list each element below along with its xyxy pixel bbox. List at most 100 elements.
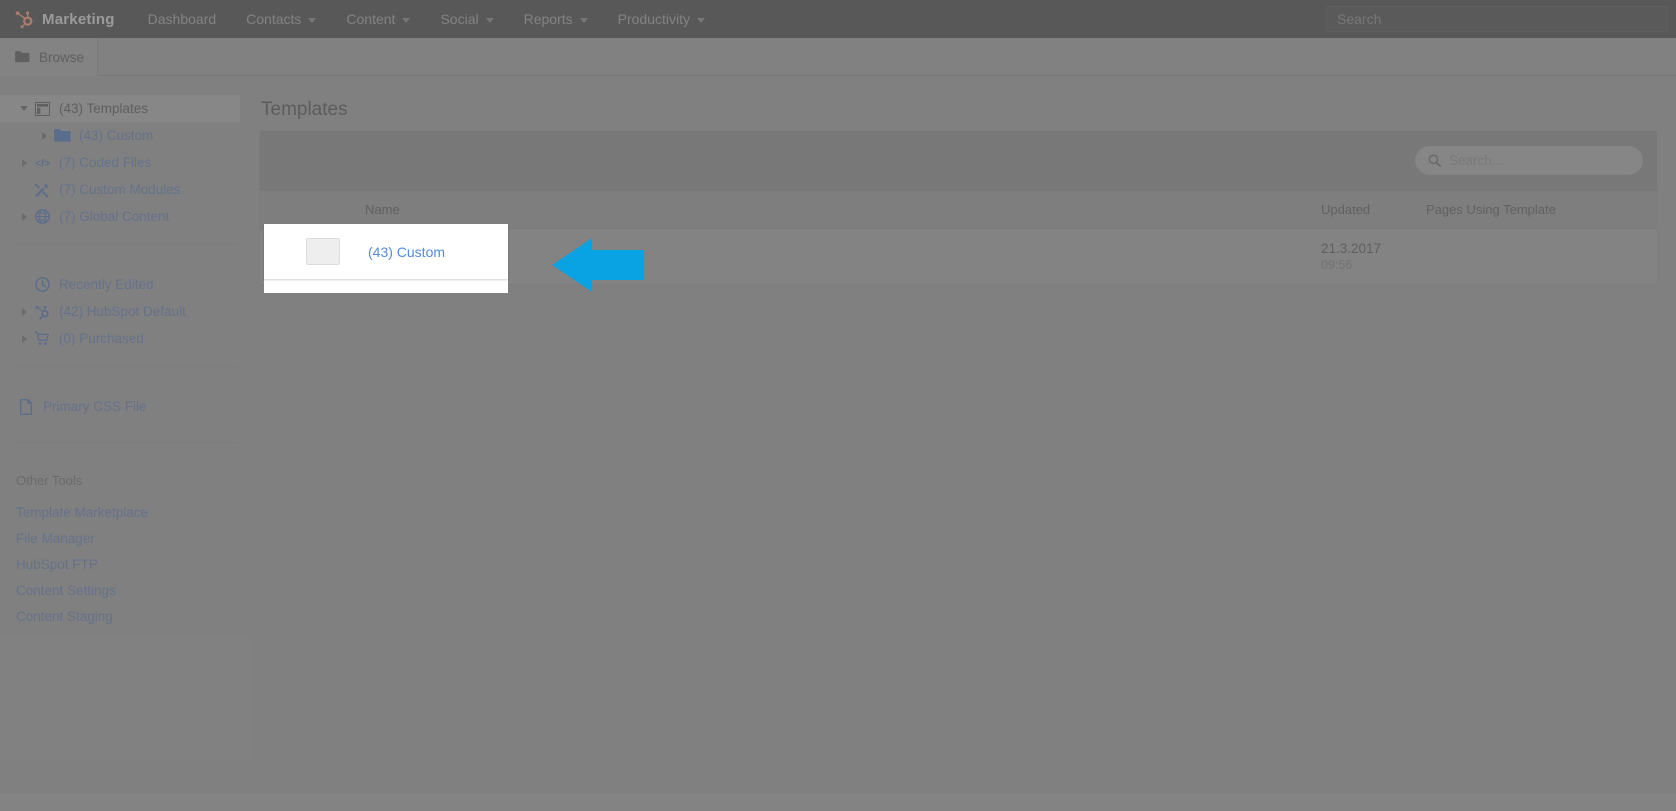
updated-time: 09:56	[1321, 258, 1353, 272]
chevron-right-icon	[21, 334, 27, 343]
link-content-staging[interactable]: Content Staging	[0, 604, 255, 630]
nav-item-reports[interactable]: Reports	[509, 0, 603, 38]
sidebar-item-recently-edited[interactable]: Recently Edited	[0, 271, 255, 298]
highlight-box-tail	[264, 279, 508, 293]
sidebar-item-coded-files[interactable]: </> (7) Coded Files	[0, 149, 255, 176]
folder-icon	[306, 238, 340, 265]
sidebar: (43) Templates (43) Custom </> (7) Coded…	[0, 77, 255, 811]
chevron-right-icon	[21, 158, 27, 167]
page-title: Templates	[261, 99, 348, 120]
other-tools-heading: Other Tools	[16, 473, 83, 488]
page-content: Marketing Dashboard Contacts Content Soc…	[0, 0, 1676, 811]
sidebar-item-label: (7) Coded Files	[59, 155, 152, 170]
template-icon	[32, 100, 52, 118]
app-root: Marketing Dashboard Contacts Content Soc…	[0, 0, 1676, 811]
highlight-name-link[interactable]: (43) Custom	[368, 244, 445, 260]
link-hubspot-ftp[interactable]: HubSpot FTP	[0, 552, 255, 578]
chevron-down-icon	[20, 106, 28, 111]
link-content-settings[interactable]: Content Settings	[0, 578, 255, 604]
column-header-pages-using-template[interactable]: Pages Using Template	[1420, 202, 1657, 217]
code-icon: </>	[32, 154, 52, 172]
twisty-toggle[interactable]	[16, 334, 32, 343]
sidebar-tree: (43) Templates (43) Custom </> (7) Coded…	[0, 77, 255, 230]
sidebar-item-templates[interactable]: (43) Templates	[0, 95, 240, 122]
nav-item-label: Reports	[523, 11, 573, 27]
chevron-down-icon	[696, 17, 705, 23]
nav-item-contacts[interactable]: Contacts	[231, 0, 331, 38]
sprocket-icon	[32, 303, 52, 321]
table-search-placeholder: Search...	[1449, 153, 1504, 168]
sidebar-item-label: (7) Global Content	[59, 209, 170, 224]
brand-logo[interactable]: Marketing	[0, 0, 133, 38]
highlight-box-custom-folder[interactable]: (43) Custom	[264, 224, 508, 279]
chevron-right-icon	[21, 212, 27, 221]
nav-item-label: Social	[440, 11, 479, 27]
twisty-toggle[interactable]	[16, 307, 32, 316]
bottom-strip	[0, 793, 1676, 811]
sidebar-item-label: Primary CSS File	[43, 399, 147, 414]
nav-item-productivity[interactable]: Productivity	[603, 0, 720, 38]
cell-updated: 21.3.2017 09:56	[1315, 229, 1420, 284]
twisty-toggle[interactable]	[36, 131, 52, 140]
sidebar-item-purchased[interactable]: (0) Purchased	[0, 325, 255, 352]
updated-date: 21.3.2017	[1321, 241, 1382, 256]
blue-arrow-annotation-icon	[552, 238, 644, 292]
sidebar-item-hubspot-default[interactable]: (42) HubSpot Default	[0, 298, 255, 325]
nav-item-label: Dashboard	[147, 11, 217, 27]
tab-browse[interactable]: Browse	[0, 38, 98, 76]
svg-text:</>: </>	[34, 157, 49, 168]
table-search-input[interactable]: Search...	[1415, 146, 1643, 175]
globe-icon	[32, 208, 52, 226]
nav-item-label: Productivity	[617, 11, 690, 27]
brand-label: Marketing	[42, 10, 115, 28]
sidebar-item-label: (42) HubSpot Default	[59, 304, 186, 319]
sidebar-item-label: (43) Custom	[79, 128, 154, 143]
chevron-down-icon	[402, 17, 411, 23]
folder-icon	[52, 127, 72, 145]
twisty-toggle[interactable]	[16, 106, 32, 111]
sidebar-item-global-content[interactable]: (7) Global Content	[0, 203, 255, 230]
sidebar-divider	[16, 244, 239, 245]
nav-item-dashboard[interactable]: Dashboard	[133, 0, 232, 38]
tools-icon	[32, 181, 52, 199]
twisty-toggle[interactable]	[16, 212, 32, 221]
link-file-manager[interactable]: File Manager	[0, 526, 255, 552]
nav-item-social[interactable]: Social	[425, 0, 508, 38]
clock-icon	[32, 276, 52, 294]
chevron-right-icon	[41, 131, 47, 140]
nav-item-content[interactable]: Content	[331, 0, 425, 38]
chevron-down-icon	[485, 17, 494, 23]
cart-icon	[32, 330, 52, 348]
folder-icon	[15, 51, 30, 63]
nav-item-label: Content	[346, 11, 396, 27]
sidebar-item-label: (7) Custom Modules	[59, 182, 181, 197]
sidebar-item-label: (43) Templates	[59, 101, 149, 116]
cell-pages-using-template	[1420, 229, 1657, 284]
tab-bar: Browse	[0, 38, 1676, 76]
link-template-marketplace[interactable]: Template Marketplace	[0, 500, 255, 526]
column-header-updated[interactable]: Updated	[1315, 202, 1420, 217]
top-navigation-bar: Marketing Dashboard Contacts Content Soc…	[0, 0, 1676, 38]
chevron-down-icon	[579, 17, 588, 23]
global-search-input[interactable]: Search	[1326, 6, 1668, 32]
nav-item-label: Contacts	[246, 11, 302, 27]
document-icon	[16, 398, 36, 416]
twisty-toggle[interactable]	[16, 158, 32, 167]
sidebar-item-custom[interactable]: (43) Custom	[0, 122, 255, 149]
chevron-right-icon	[21, 307, 27, 316]
sidebar-item-label: (0) Purchased	[59, 331, 144, 346]
nav-items: Dashboard Contacts Content Social Report…	[133, 0, 720, 38]
sidebar-item-primary-css-file[interactable]: Primary CSS File	[0, 393, 255, 420]
table-toolbar: Search...	[260, 131, 1657, 191]
sidebar-item-custom-modules[interactable]: (7) Custom Modules	[0, 176, 255, 203]
sidebar-divider	[16, 442, 239, 443]
sidebar-item-label: Recently Edited	[59, 277, 154, 292]
sidebar-divider	[16, 366, 239, 367]
main-content: Templates Search... Name Updated Pages U…	[255, 77, 1676, 811]
hubspot-sprocket-icon	[15, 11, 33, 29]
column-header-name[interactable]: Name	[260, 202, 1315, 217]
global-search-placeholder: Search	[1337, 11, 1382, 27]
